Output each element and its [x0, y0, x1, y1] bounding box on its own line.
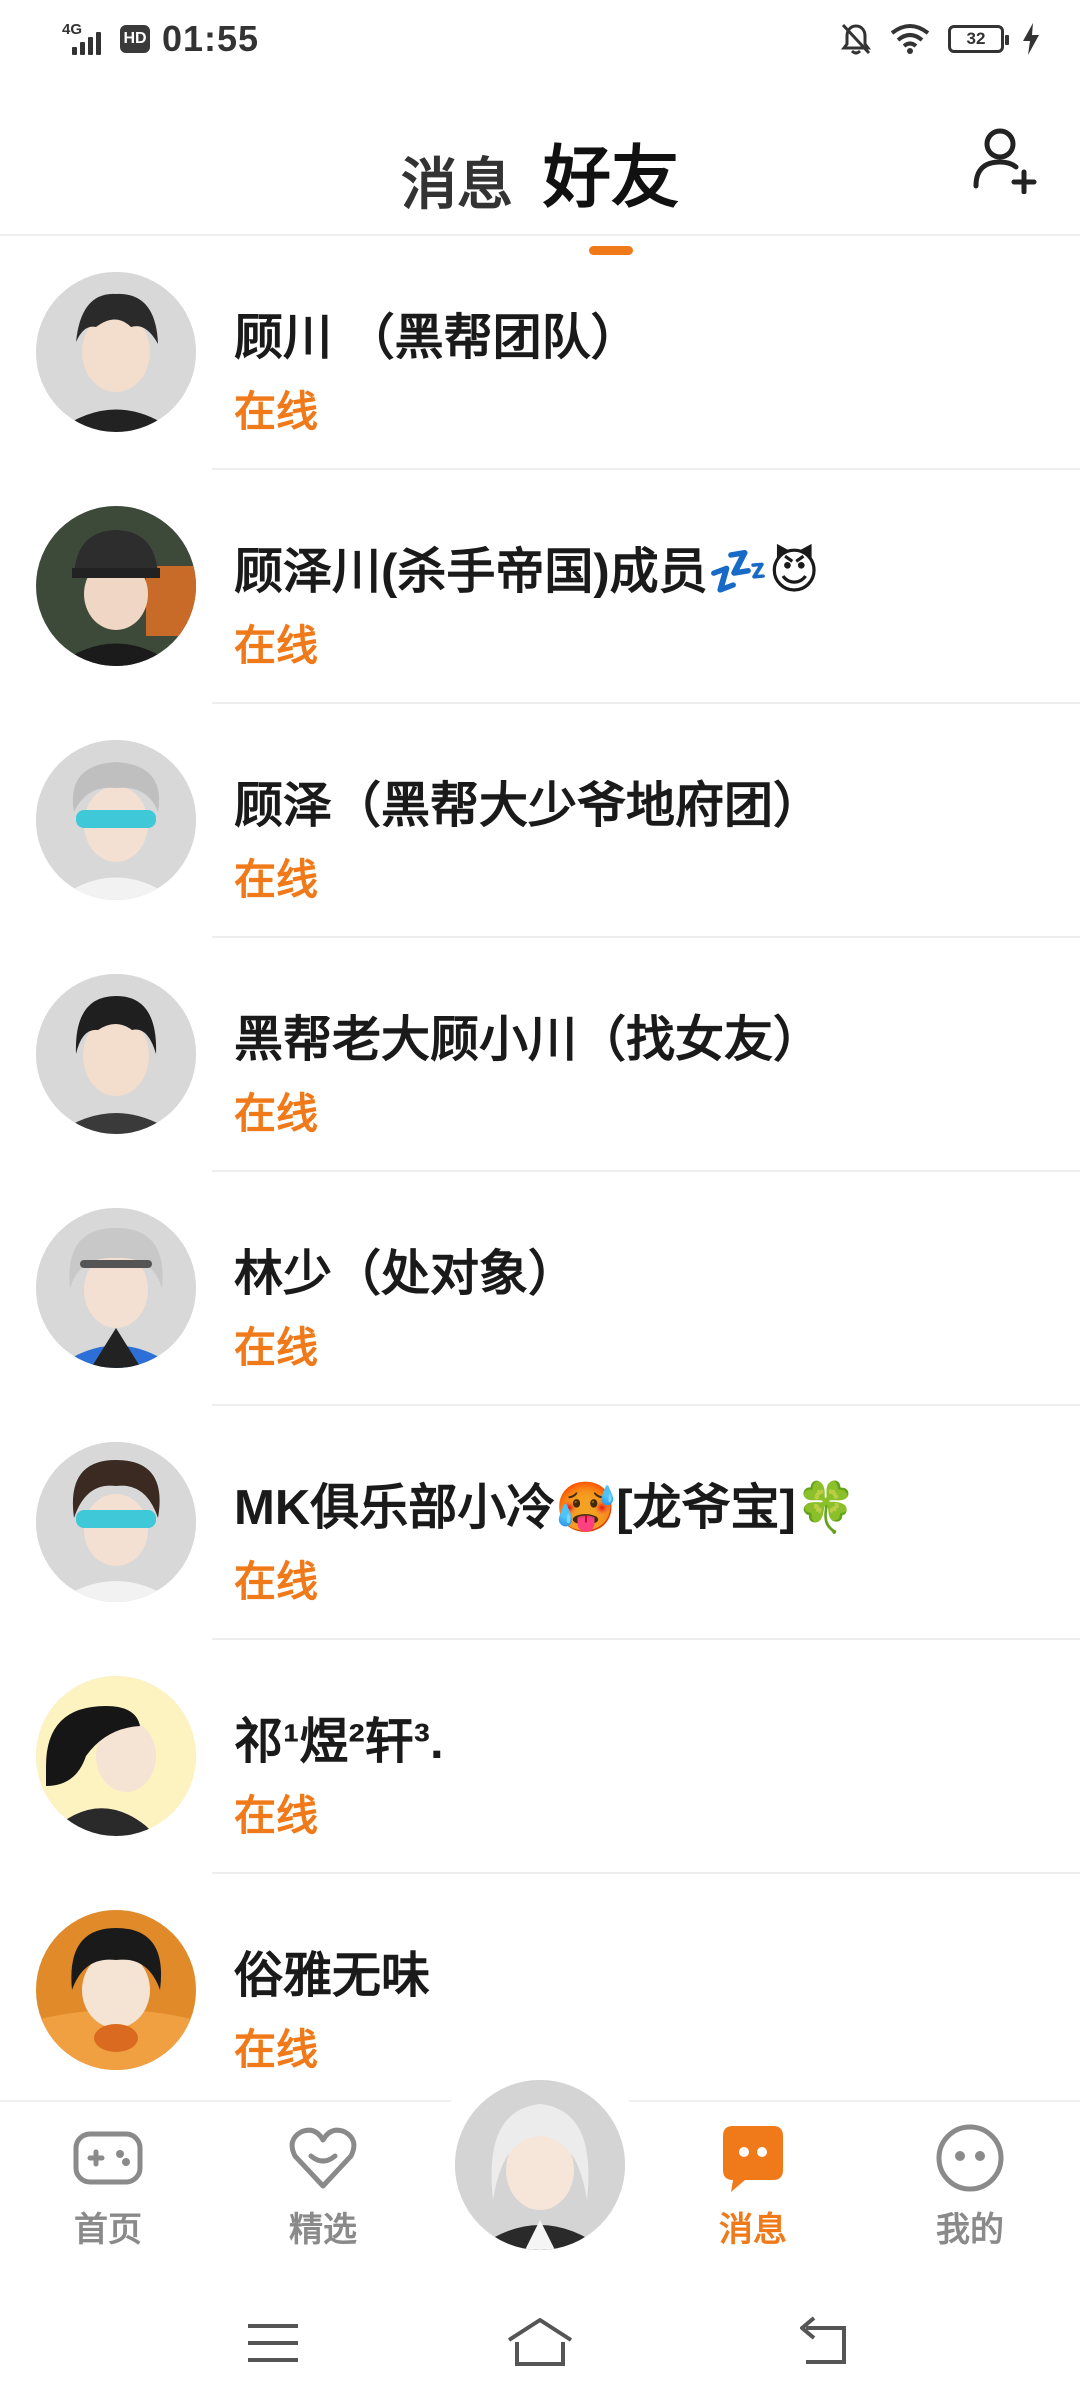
gamepad-icon: [73, 2131, 143, 2185]
wifi-icon: [890, 24, 930, 54]
chat-bubble-icon: [723, 2126, 783, 2192]
friend-name: 祁¹煜²轩³.: [234, 1715, 444, 1769]
status-bar-left: 4G HD 01:55: [62, 18, 259, 60]
friend-item[interactable]: 顾川 （黑帮团队） 在线: [0, 236, 1080, 470]
back-icon[interactable]: [790, 2308, 860, 2378]
hd-icon: HD: [120, 25, 150, 53]
tab-friends-label: 好友: [542, 140, 679, 216]
online-status: 在线: [234, 622, 319, 669]
nav-featured-label: 精选: [289, 2211, 357, 2249]
friend-item[interactable]: 祁¹煜²轩³. 在线: [0, 1640, 1080, 1874]
friend-name: 黑帮老大顾小川（找女友）: [234, 1013, 823, 1067]
cellular-signal-icon: 4G: [62, 21, 108, 57]
face-icon: [936, 2124, 1004, 2192]
user-avatar-icon: [455, 2080, 625, 2250]
tab-friends[interactable]: 好友: [542, 122, 679, 255]
friend-name: 俗雅无味: [234, 1949, 431, 2003]
friend-name: 林少（处对象）: [234, 1247, 578, 1301]
friend-item[interactable]: 黑帮老大顾小川（找女友） 在线: [0, 938, 1080, 1172]
heart-icon: [289, 2127, 357, 2189]
online-status: 在线: [234, 1090, 319, 1137]
online-status: 在线: [234, 1558, 319, 1605]
tab-messages[interactable]: 消息: [401, 140, 513, 221]
avatar: [36, 1910, 196, 2070]
battery-level: 32: [966, 29, 986, 48]
status-bar: 4G HD 01:55 32: [0, 0, 1080, 80]
friend-name: MK俱乐部小冷🥵[龙爷宝]🍀: [234, 1481, 857, 1535]
online-status: 在线: [234, 2026, 319, 2073]
status-bar-right: 32: [840, 22, 1040, 56]
friend-name: 顾川 （黑帮团队）: [234, 311, 640, 365]
nav-featured[interactable]: 精选: [253, 2120, 393, 2251]
friend-name: 顾泽（黑帮大少爷地府团）: [234, 779, 823, 833]
nav-mine[interactable]: 我的: [900, 2120, 1040, 2251]
online-status: 在线: [234, 1324, 319, 1371]
online-status: 在线: [234, 388, 319, 435]
friend-item[interactable]: 顾泽（黑帮大少爷地府团） 在线: [0, 704, 1080, 938]
avatar: [36, 1676, 196, 1836]
friend-item[interactable]: MK俱乐部小冷🥵[龙爷宝]🍀 在线: [0, 1406, 1080, 1640]
system-nav-bar: [0, 2278, 1080, 2408]
nav-mine-label: 我的: [936, 2211, 1004, 2249]
header: 消息 好友: [0, 80, 1080, 255]
friend-name: 顾泽川(杀手帝国)成员💤😈: [234, 545, 820, 599]
avatar: [36, 974, 196, 1134]
header-tabs: 消息 好友: [0, 122, 1080, 255]
nav-messages-label: 消息: [719, 2211, 787, 2249]
avatar: [36, 506, 196, 666]
friend-list: 顾川 （黑帮团队） 在线 顾泽川(杀手帝国)成员💤😈 在线 顾泽（黑帮大少爷地府…: [0, 236, 1080, 2108]
bell-muted-icon: [841, 23, 871, 55]
friend-item[interactable]: 顾泽川(杀手帝国)成员💤😈 在线: [0, 470, 1080, 704]
avatar: [36, 1208, 196, 1368]
charging-icon: [1023, 23, 1039, 55]
nav-home[interactable]: 首页: [38, 2120, 178, 2251]
center-avatar-button[interactable]: [455, 2080, 625, 2250]
friend-item[interactable]: 林少（处对象） 在线: [0, 1172, 1080, 1406]
online-status: 在线: [234, 1792, 319, 1839]
nav-messages[interactable]: 消息: [683, 2120, 823, 2251]
avatar: [36, 272, 196, 432]
home-icon[interactable]: [505, 2308, 575, 2378]
online-status: 在线: [234, 856, 319, 903]
menu-icon[interactable]: [238, 2308, 308, 2378]
clock: 01:55: [162, 18, 260, 59]
avatar: [36, 740, 196, 900]
avatar: [36, 1442, 196, 1602]
battery-icon: 32: [948, 25, 1009, 53]
add-friend-icon[interactable]: [970, 124, 1040, 194]
nav-home-label: 首页: [74, 2211, 142, 2249]
